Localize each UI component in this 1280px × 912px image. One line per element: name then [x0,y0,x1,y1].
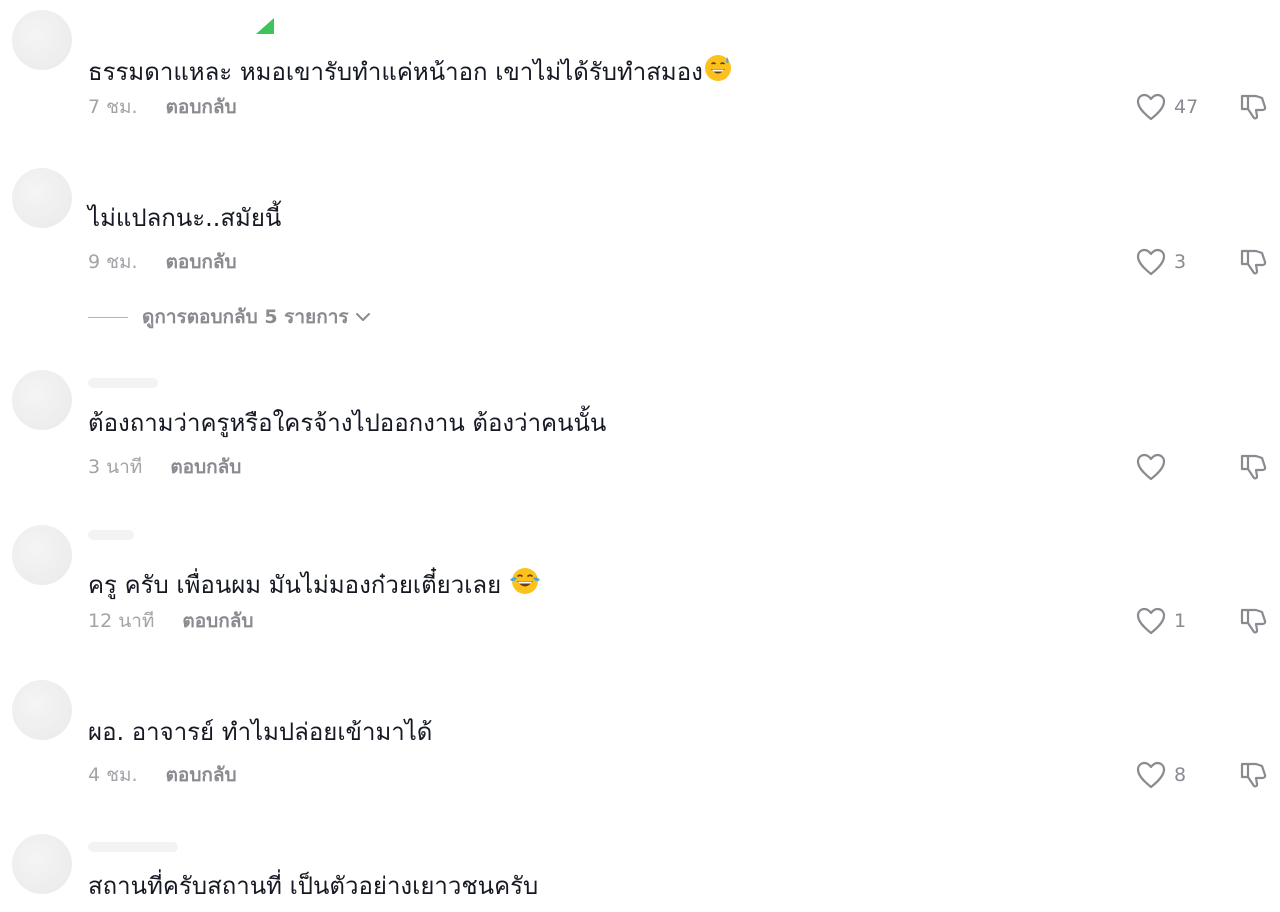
badge-icon [254,18,274,34]
comment-text: ต้องถามว่าครูหรือใครจ้างไปออกงาน ต้องว่า… [88,409,607,437]
comment-meta: 3 นาที ตอบกลับ [88,455,241,479]
thumbs-down-outline-icon [1238,92,1268,122]
like-button[interactable]: 47 [1136,92,1198,122]
avatar[interactable] [12,680,72,740]
comment-text: ธรรมดาแหละ หมอเขารับทำแค่หน้าอก เขาไม่ได… [88,50,733,87]
comment-time: 9 ชม. [88,251,138,273]
reply-button[interactable]: ตอบกลับ [166,96,237,118]
avatar[interactable] [12,834,72,894]
comment-meta: 4 ชม. ตอบกลับ [88,763,237,787]
avatar[interactable] [12,370,72,430]
like-count: 3 [1174,251,1187,273]
reply-button[interactable]: ตอบกลับ [182,610,253,632]
like-count: 1 [1174,610,1187,632]
heart-outline-icon [1136,93,1166,121]
heart-outline-icon [1136,248,1166,276]
comment-meta: 7 ชม. ตอบกลับ [88,95,237,119]
thumbs-down-outline-icon [1238,452,1268,482]
comment-time: 4 ชม. [88,764,138,786]
grinning-sweat-emoji [703,53,733,90]
chevron-down-icon [349,306,371,328]
heart-outline-icon [1136,607,1166,635]
comment-time: 12 นาที [88,610,155,632]
heart-outline-icon [1136,453,1166,481]
reply-button[interactable]: ตอบกลับ [166,764,237,786]
thumbs-down-outline-icon [1238,760,1268,790]
divider-line [88,316,128,318]
heart-outline-icon [1136,761,1166,789]
reply-button[interactable]: ตอบกลับ [166,251,237,273]
like-count: 47 [1174,96,1199,118]
view-replies-label: ดูการตอบกลับ 5 รายการ [142,306,349,328]
comment-text: ไม่แปลกนะ..สมัยนี้ [88,204,282,232]
like-count: 8 [1174,764,1187,786]
view-replies-button[interactable]: ดูการตอบกลับ 5 รายการ [88,304,371,330]
comment-meta: 12 นาที ตอบกลับ [88,609,253,633]
username-placeholder [88,378,158,388]
tears-of-joy-emoji [509,566,541,603]
thumbs-down-outline-icon [1238,247,1268,277]
comment-meta: 9 ชม. ตอบกลับ [88,250,237,274]
comment-text: ผอ. อาจารย์ ทำไมปล่อยเข้ามาได้ [88,718,433,746]
comment-text: ครู ครับ เพื่อนผม มันไม่มองก๋วยเตี๋ยวเลย [88,563,541,600]
username-placeholder [88,530,134,540]
comment-time: 7 ชม. [88,96,138,118]
reply-button[interactable]: ตอบกลับ [170,456,241,478]
dislike-button[interactable] [1238,92,1268,122]
avatar[interactable] [12,168,72,228]
like-button[interactable]: 3 [1136,247,1186,277]
like-button[interactable] [1136,452,1174,482]
username-placeholder [88,842,178,852]
thumbs-down-outline-icon [1238,606,1268,636]
comment-time: 3 นาที [88,456,143,478]
dislike-button[interactable] [1238,247,1268,277]
avatar[interactable] [12,10,72,70]
comment-text: สถานที่ครับสถานที่ เป็นตัวอย่างเยาวชนครั… [88,872,539,900]
like-button[interactable]: 1 [1136,606,1186,636]
dislike-button[interactable] [1238,606,1268,636]
avatar[interactable] [12,525,72,585]
dislike-button[interactable] [1238,452,1268,482]
like-button[interactable]: 8 [1136,760,1186,790]
dislike-button[interactable] [1238,760,1268,790]
